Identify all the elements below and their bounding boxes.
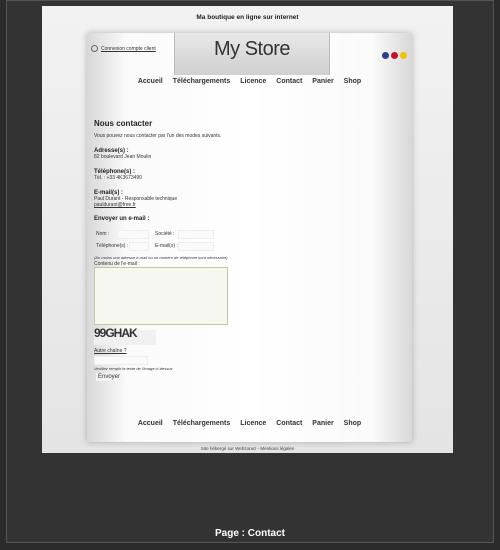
account-link[interactable]: Connexion compte client — [91, 45, 156, 52]
captcha-refresh-link[interactable]: Autre chaîne ? — [94, 348, 127, 354]
address-text: 82 boulevard Jean Moulin — [94, 154, 152, 160]
telephone-input[interactable] — [129, 242, 149, 251]
bottom-nav-shop[interactable]: Shop — [344, 420, 362, 427]
nav-accueil[interactable]: Accueil — [138, 78, 163, 85]
nav-licence[interactable]: Licence — [240, 78, 266, 85]
email-address-link[interactable]: pauldurant@free.fr — [94, 202, 404, 208]
contact-content: Nous contacter Vous pouvez nous contacte… — [94, 119, 404, 512]
captcha-help: Veuillez remplir le texte de l'image ci-… — [94, 366, 173, 371]
logo-box: My Store — [174, 33, 330, 75]
site-logo[interactable]: My Store — [175, 38, 329, 61]
bottom-nav-panier[interactable]: Panier — [312, 420, 333, 427]
user-icon — [91, 45, 98, 52]
captcha-input[interactable] — [94, 356, 148, 365]
bottom-nav-licence[interactable]: Licence — [240, 420, 266, 427]
captcha-image: 99GHAK — [94, 327, 156, 345]
top-nav: Accueil Téléchargements Licence Contact … — [87, 78, 412, 85]
nav-panier[interactable]: Panier — [312, 78, 333, 85]
flag-spanish-icon[interactable] — [391, 52, 398, 59]
phone-text: Tél. : +33 4K3673490 — [94, 175, 142, 181]
bottom-nav: Accueil Téléchargements Licence Contact … — [87, 420, 412, 427]
label-societe: Société : — [155, 231, 175, 237]
page-title: Nous contacter — [94, 119, 153, 128]
account-link-label: Connexion compte client — [101, 45, 156, 52]
language-flags — [380, 46, 407, 64]
label-email: E-mail(s) : — [155, 243, 178, 249]
message-textarea[interactable] — [94, 267, 228, 325]
label-telephone: Téléphone(s) : — [96, 243, 129, 249]
email-input[interactable] — [178, 242, 214, 251]
bottom-nav-telechargements[interactable]: Téléchargements — [173, 420, 231, 427]
flag-french-icon[interactable] — [400, 52, 407, 59]
bottom-nav-contact[interactable]: Contact — [276, 420, 302, 427]
email-form: Nom : Société : Téléphone(s) : E-mail(s)… — [94, 222, 404, 512]
screenshot-caption: Page : Contact — [214, 528, 285, 539]
nav-telechargements[interactable]: Téléchargements — [173, 78, 231, 85]
nav-shop[interactable]: Shop — [344, 78, 362, 85]
send-button[interactable]: Envoyer — [96, 373, 123, 381]
flag-english-icon[interactable] — [382, 52, 389, 59]
label-nom: Nom : — [96, 231, 110, 237]
captcha-text: 99GHAK — [94, 326, 138, 340]
societe-input[interactable] — [178, 230, 214, 239]
nom-input[interactable] — [117, 230, 149, 239]
intro-text: Vous pouvez nous contacter par l'un des … — [94, 133, 222, 139]
site-tagline: Ma boutique en ligne sur internet — [196, 14, 299, 21]
bottom-nav-accueil[interactable]: Accueil — [138, 420, 163, 427]
nav-contact[interactable]: Contact — [276, 78, 302, 85]
site-footer: Site hébergé sur Webzonez - Mentions lég… — [200, 446, 295, 451]
website-screen: Ma boutique en ligne sur internet Connex… — [42, 6, 453, 453]
page-sheet: Connexion compte client My Store Accueil… — [87, 33, 412, 442]
